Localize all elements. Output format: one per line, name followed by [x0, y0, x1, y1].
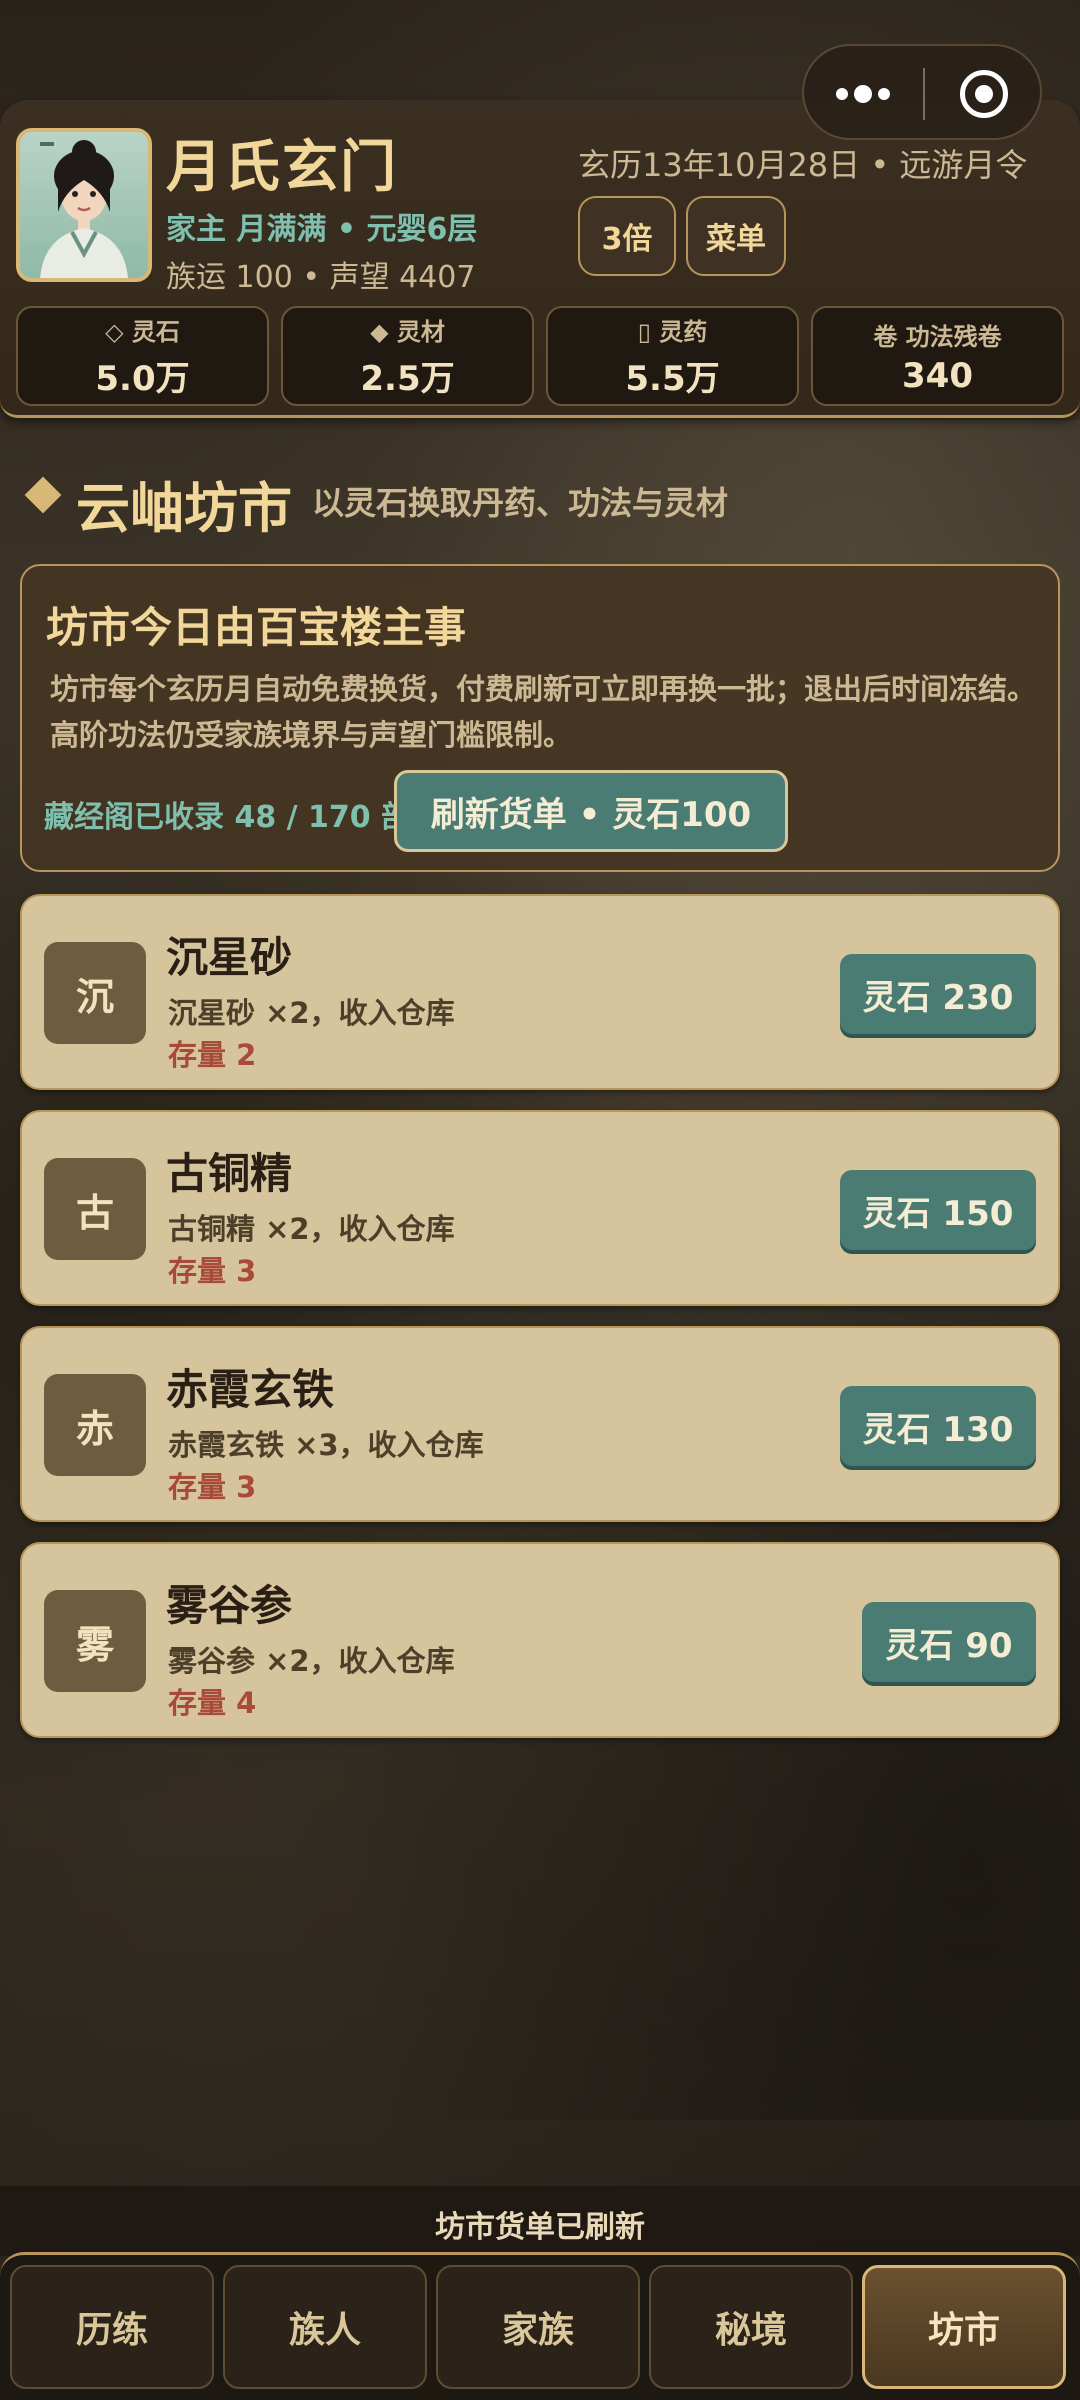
leader-realm: 家主 月满满 • 元婴6层	[166, 212, 478, 247]
item-name: 沉星砂	[166, 933, 293, 982]
tab-secret-realm[interactable]: 秘境	[649, 2265, 853, 2389]
item-glyph: 沉	[44, 942, 146, 1044]
info-description: 坊市每个玄历月自动免费换货，付费刷新可立即再换一批；退出后时间冻结。高阶功法仍受…	[50, 672, 1037, 752]
header-panel: 月氏玄门 家主 月满满 • 元婴6层 族运 100 • 声望 4407 玄历13…	[0, 100, 1080, 418]
item-name: 古铜精	[166, 1149, 293, 1198]
bottom-nav: 历练 族人 家族 秘境 坊市	[0, 2252, 1080, 2400]
menu-button[interactable]: 菜单	[686, 196, 786, 276]
item-stock: 存量 3	[168, 1470, 257, 1504]
item-glyph: 赤	[44, 1374, 146, 1476]
diamond-icon	[24, 476, 62, 514]
toast-message: 坊市货单已刷新	[435, 2210, 645, 2245]
library-count: 藏经阁已收录 48 / 170 部	[44, 800, 412, 835]
resource-value: 2.5万	[360, 359, 455, 399]
avatar-portrait-icon	[40, 140, 128, 278]
resource-herbs: ▯ 灵药 5.5万	[546, 306, 799, 406]
tab-family[interactable]: 家族	[436, 2265, 640, 2389]
market-item-card: 赤 赤霞玄铁 赤霞玄铁 ×3，收入仓库 存量 3 灵石 130	[20, 1326, 1060, 1522]
tab-training[interactable]: 历练	[10, 2265, 214, 2389]
item-description: 古铜精 ×2，收入仓库	[168, 1212, 455, 1246]
resource-materials: ◆ 灵材 2.5万	[281, 306, 534, 406]
market-item-card: 沉 沉星砂 沉星砂 ×2，收入仓库 存量 2 灵石 230	[20, 894, 1060, 1090]
close-miniprogram-icon[interactable]	[960, 70, 1008, 118]
market-item-card: 古 古铜精 古铜精 ×2，收入仓库 存量 3 灵石 150	[20, 1110, 1060, 1306]
info-title: 坊市今日由百宝楼主事	[46, 603, 467, 652]
item-glyph: 古	[44, 1158, 146, 1260]
resource-value: 5.5万	[625, 359, 720, 399]
refresh-stock-button[interactable]: 刷新货单 • 灵石100	[394, 770, 788, 852]
miniprogram-capsule	[802, 44, 1042, 140]
item-name: 雾谷参	[166, 1581, 293, 1630]
sect-name: 月氏玄门	[166, 135, 398, 200]
item-name: 赤霞玄铁	[166, 1365, 335, 1414]
item-description: 赤霞玄铁 ×3，收入仓库	[168, 1428, 484, 1462]
avatar[interactable]	[16, 128, 152, 282]
item-glyph: 雾	[44, 1590, 146, 1692]
resource-bar: ◇ 灵石 5.0万 ◆ 灵材 2.5万 ▯ 灵药 5.5万 卷 功法残卷 340	[16, 306, 1064, 406]
tab-market[interactable]: 坊市	[862, 2265, 1066, 2389]
item-stock: 存量 3	[168, 1254, 257, 1288]
market-info-panel: 坊市今日由百宝楼主事 坊市每个玄历月自动免费换货，付费刷新可立即再换一批；退出后…	[20, 564, 1060, 872]
item-stock: 存量 2	[168, 1038, 257, 1072]
resource-label: 卷 功法残卷	[873, 322, 1002, 351]
market-item-card: 雾 雾谷参 雾谷参 ×2，收入仓库 存量 4 灵石 90	[20, 1542, 1060, 1738]
buy-button[interactable]: 灵石 130	[840, 1386, 1036, 1466]
buy-button[interactable]: 灵石 230	[840, 954, 1036, 1034]
resource-spirit-stone: ◇ 灵石 5.0万	[16, 306, 269, 406]
resource-scrolls: 卷 功法残卷 340	[811, 306, 1064, 406]
calendar-date: 玄历13年10月28日 • 远游月令	[578, 146, 1028, 184]
item-description: 雾谷参 ×2，收入仓库	[168, 1644, 455, 1678]
capsule-divider	[923, 68, 925, 120]
item-description: 沉星砂 ×2，收入仓库	[168, 996, 455, 1030]
buy-button[interactable]: 灵石 90	[862, 1602, 1036, 1682]
market-subtitle: 以灵石换取丹药、功法与灵材	[312, 484, 729, 522]
speed-button[interactable]: 3倍	[578, 196, 676, 276]
buy-button[interactable]: 灵石 150	[840, 1170, 1036, 1250]
market-title: 云岫坊市	[76, 477, 292, 540]
tab-clansmen[interactable]: 族人	[223, 2265, 427, 2389]
resource-label: ◇ 灵石	[105, 318, 180, 346]
resource-value: 340	[902, 355, 973, 396]
resource-label: ▯ 灵药	[637, 318, 708, 346]
item-stock: 存量 4	[168, 1686, 257, 1720]
resource-value: 5.0万	[95, 359, 190, 399]
more-icon[interactable]	[836, 76, 896, 112]
resource-label: ◆ 灵材	[370, 318, 445, 346]
clan-fortune-reputation: 族运 100 • 声望 4407	[166, 260, 476, 295]
